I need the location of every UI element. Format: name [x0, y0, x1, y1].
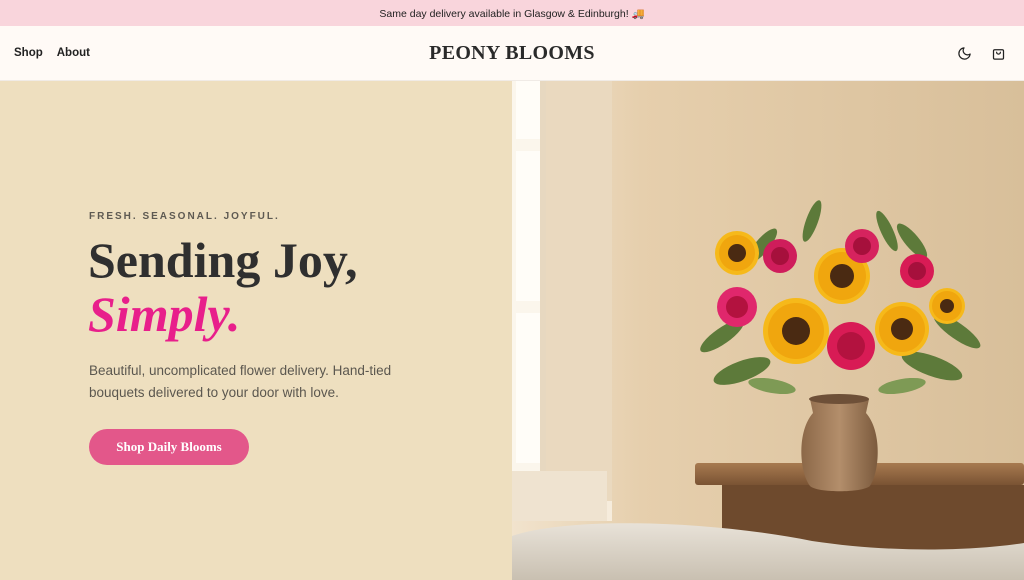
hero-eyebrow: FRESH. SEASONAL. JOYFUL. — [89, 211, 280, 222]
brand-logo[interactable]: PEONY BLOOMS — [429, 42, 595, 65]
nav-link-about[interactable]: About — [57, 47, 90, 59]
hero-content: FRESH. SEASONAL. JOYFUL. Sending Joy, Si… — [0, 81, 512, 580]
announcement-text: Same day delivery available in Glasgow &… — [379, 7, 645, 20]
header-icons — [956, 45, 1006, 61]
announcement-bar: Same day delivery available in Glasgow &… — [0, 0, 1024, 26]
hero-section: FRESH. SEASONAL. JOYFUL. Sending Joy, Si… — [0, 81, 1024, 580]
hero-description: Beautiful, uncomplicated flower delivery… — [89, 363, 392, 400]
hero-title-accent: Simply. — [88, 286, 241, 342]
nav-link-shop[interactable]: Shop — [14, 47, 43, 59]
bag-icon[interactable] — [990, 45, 1006, 61]
shop-daily-blooms-button[interactable]: Shop Daily Blooms — [89, 429, 249, 465]
main-nav: Shop About — [14, 47, 90, 59]
hero-image-bouquet — [512, 81, 1024, 580]
theme-toggle-icon[interactable] — [956, 45, 972, 61]
site-header: Shop About PEONY BLOOMS — [0, 26, 1024, 81]
hero-title: Sending Joy, — [88, 232, 358, 288]
